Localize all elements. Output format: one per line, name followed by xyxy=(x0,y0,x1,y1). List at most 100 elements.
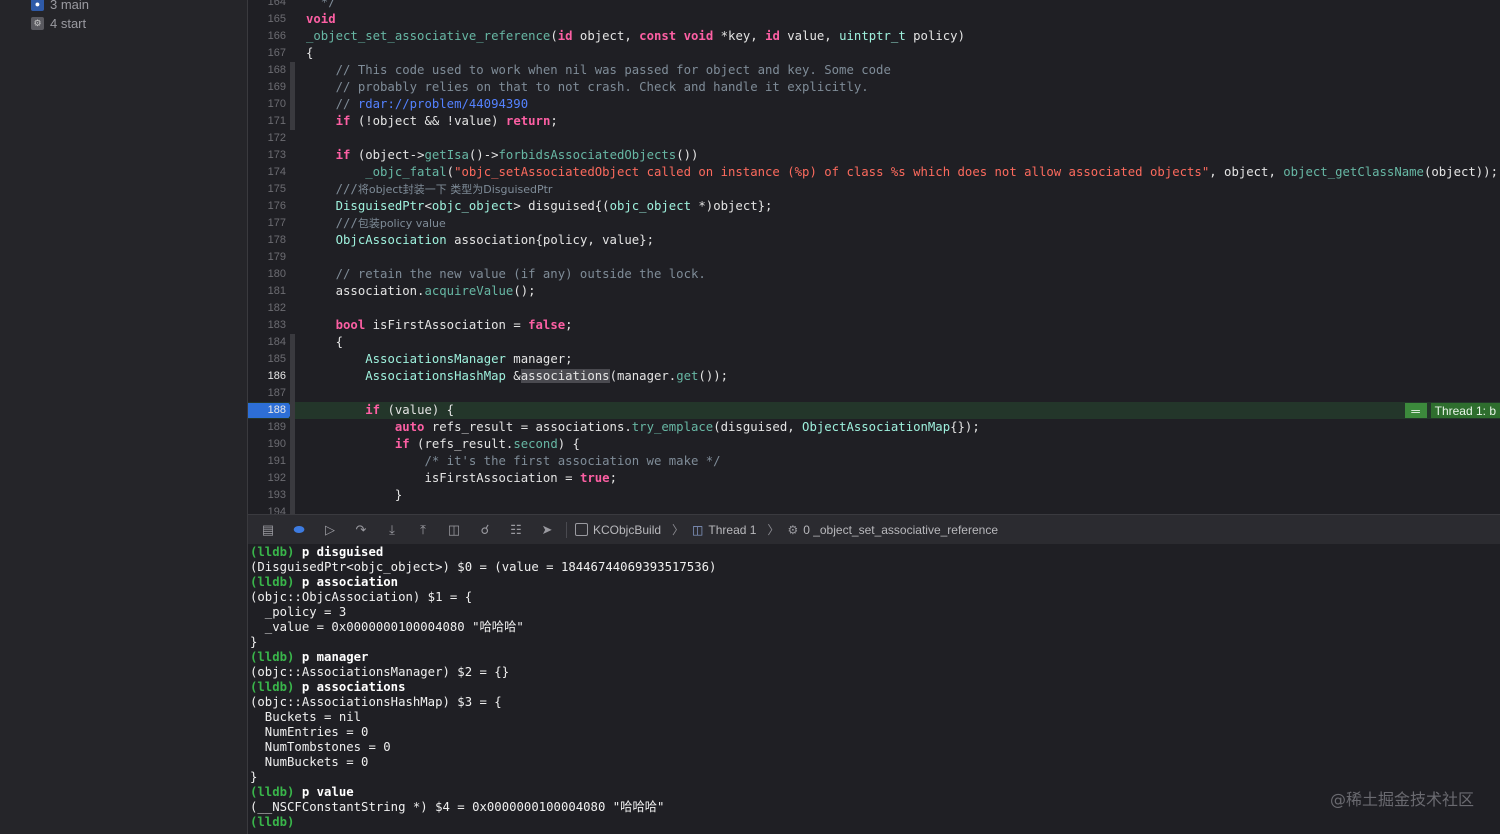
line-number[interactable]: 168 xyxy=(248,62,286,79)
code-line[interactable]: 192 isFirstAssociation = true; xyxy=(248,470,1500,487)
code-line[interactable]: 172 xyxy=(248,130,1500,147)
lldb-prompt: (lldb) xyxy=(250,785,295,799)
code-line[interactable]: 171 if (!object && !value) return; xyxy=(248,113,1500,130)
code-line[interactable]: 174 _objc_fatal("objc_setAssociatedObjec… xyxy=(248,164,1500,181)
stack-frame-start[interactable]: ⚙ 4 start xyxy=(31,14,86,32)
hide-debug-area-button[interactable]: ▤ xyxy=(257,520,279,540)
code-line[interactable]: 182 xyxy=(248,300,1500,317)
line-number[interactable]: 174 xyxy=(248,164,286,181)
code-fold-ribbon[interactable] xyxy=(290,351,295,368)
line-number[interactable]: 166 xyxy=(248,28,286,45)
code-line[interactable]: 186 AssociationsHashMap &associations(ma… xyxy=(248,368,1500,385)
breadcrumb-frame[interactable]: ⚙ 0 _object_set_associative_reference xyxy=(787,523,998,537)
line-number[interactable]: 177 xyxy=(248,215,286,232)
code-line[interactable]: 191 /* it's the first association we mak… xyxy=(248,453,1500,470)
view-hierarchy-button[interactable]: ◫ xyxy=(443,520,465,540)
line-number[interactable]: 180 xyxy=(248,266,286,283)
line-number[interactable]: 192 xyxy=(248,470,286,487)
code-fold-ribbon[interactable] xyxy=(290,470,295,487)
line-number[interactable]: 190 xyxy=(248,436,286,453)
code-fold-ribbon[interactable] xyxy=(290,385,295,402)
code-line[interactable]: 170 // rdar://problem/44094390 xyxy=(248,96,1500,113)
code-fold-ribbon[interactable] xyxy=(290,419,295,436)
code-line[interactable]: 183 bool isFirstAssociation = false; xyxy=(248,317,1500,334)
code-line[interactable]: 179 xyxy=(248,249,1500,266)
code-line[interactable]: 194 xyxy=(248,504,1500,514)
breadcrumb-thread[interactable]: ◫ Thread 1 〉 xyxy=(692,521,779,538)
line-number[interactable]: 175 xyxy=(248,181,286,198)
simulate-location-button[interactable]: ➤ xyxy=(536,520,558,540)
source-editor[interactable]: 164 */165 void 166 _object_set_associative_… xyxy=(248,0,1500,514)
code-fold-ribbon[interactable] xyxy=(290,62,295,79)
breadcrumb-target[interactable]: KCObjcBuild 〉 xyxy=(575,521,684,538)
code-fold-ribbon[interactable] xyxy=(290,113,295,130)
code-fold-ribbon[interactable] xyxy=(290,436,295,453)
step-into-button[interactable]: ⤓ xyxy=(381,520,403,540)
line-number[interactable]: 170 xyxy=(248,96,286,113)
code-fold-ribbon[interactable] xyxy=(290,402,295,419)
code-fold-ribbon[interactable] xyxy=(290,504,295,514)
breakpoints-toggle-button[interactable]: ⬬ xyxy=(288,520,310,540)
environment-overrides-button[interactable]: ☷ xyxy=(505,520,527,540)
line-number[interactable]: 167 xyxy=(248,45,286,62)
line-number[interactable]: 188 xyxy=(248,402,286,419)
line-number[interactable]: 185 xyxy=(248,351,286,368)
line-number[interactable]: 183 xyxy=(248,317,286,334)
code-line[interactable]: 164 */ xyxy=(248,0,1500,11)
line-number[interactable]: 179 xyxy=(248,249,286,266)
memory-graph-button[interactable]: ☌ xyxy=(474,520,496,540)
line-number[interactable]: 189 xyxy=(248,419,286,436)
code-line[interactable]: 184 { xyxy=(248,334,1500,351)
step-out-button[interactable]: ⤒ xyxy=(412,520,434,540)
code-line[interactable]: 180 // retain the new value (if any) out… xyxy=(248,266,1500,283)
line-number[interactable]: 176 xyxy=(248,198,286,215)
line-number[interactable]: 165 xyxy=(248,11,286,28)
lldb-prompt: (lldb) xyxy=(250,650,295,664)
code-fold-ribbon[interactable] xyxy=(290,334,295,351)
code-line[interactable]: 188 if (value) {═ Thread 1: b xyxy=(248,402,1500,419)
lldb-output: NumEntries = 0 xyxy=(250,725,369,739)
line-number[interactable]: 194 xyxy=(248,504,286,514)
line-number[interactable]: 164 xyxy=(248,0,286,11)
lldb-console[interactable]: (lldb) p disguised (DisguisedPtr<objc_obj… xyxy=(248,544,1500,834)
code-line[interactable]: 169 // probably relies on that to not cr… xyxy=(248,79,1500,96)
line-number[interactable]: 184 xyxy=(248,334,286,351)
code-line[interactable]: 185 AssociationsManager manager; xyxy=(248,351,1500,368)
code-line[interactable]: 181 association.acquireValue(); xyxy=(248,283,1500,300)
line-number[interactable]: 193 xyxy=(248,487,286,504)
code-fold-ribbon[interactable] xyxy=(290,96,295,113)
code-line[interactable]: 187 xyxy=(248,385,1500,402)
code-fold-ribbon[interactable] xyxy=(290,79,295,96)
watermark-text: @稀土掘金技术社区 xyxy=(1329,790,1474,809)
code-line[interactable]: 193 } xyxy=(248,487,1500,504)
line-number[interactable]: 181 xyxy=(248,283,286,300)
code-line[interactable]: 177 ///包装policy value xyxy=(248,215,1500,232)
stack-frame-main[interactable]: ● 3 main xyxy=(31,0,89,13)
line-number[interactable]: 172 xyxy=(248,130,286,147)
step-over-button[interactable]: ↷ xyxy=(350,520,372,540)
code-line[interactable]: 173 if (object->getIsa()->forbidsAssocia… xyxy=(248,147,1500,164)
line-number[interactable]: 182 xyxy=(248,300,286,317)
line-number[interactable]: 169 xyxy=(248,79,286,96)
line-number[interactable]: 173 xyxy=(248,147,286,164)
line-number[interactable]: 178 xyxy=(248,232,286,249)
code-fold-ribbon[interactable] xyxy=(290,453,295,470)
code-line[interactable]: 167 { xyxy=(248,45,1500,62)
code-line[interactable]: 175 ///将object封装一下 类型为DisguisedPtr xyxy=(248,181,1500,198)
code-fold-ribbon[interactable] xyxy=(290,487,295,504)
code-line[interactable]: 178 ObjcAssociation association{policy, … xyxy=(248,232,1500,249)
line-number[interactable]: 186 xyxy=(248,368,286,385)
code-line[interactable]: 165 void xyxy=(248,11,1500,28)
continue-button[interactable]: ▷ xyxy=(319,520,341,540)
code-line[interactable]: 168 // This code used to work when nil w… xyxy=(248,62,1500,79)
gear-icon: ⚙ xyxy=(31,16,44,30)
thread-breakpoint-badge[interactable]: ═ Thread 1: b xyxy=(1404,402,1500,419)
line-number[interactable]: 191 xyxy=(248,453,286,470)
code-fold-ribbon[interactable] xyxy=(290,368,295,385)
code-line[interactable]: 166 _object_set_associative_reference(id … xyxy=(248,28,1500,45)
code-line[interactable]: 189 auto refs_result = associations.try_… xyxy=(248,419,1500,436)
code-line[interactable]: 190 if (refs_result.second) { xyxy=(248,436,1500,453)
line-number[interactable]: 187 xyxy=(248,385,286,402)
code-line[interactable]: 176 DisguisedPtr<objc_object> disguised{… xyxy=(248,198,1500,215)
line-number[interactable]: 171 xyxy=(248,113,286,130)
